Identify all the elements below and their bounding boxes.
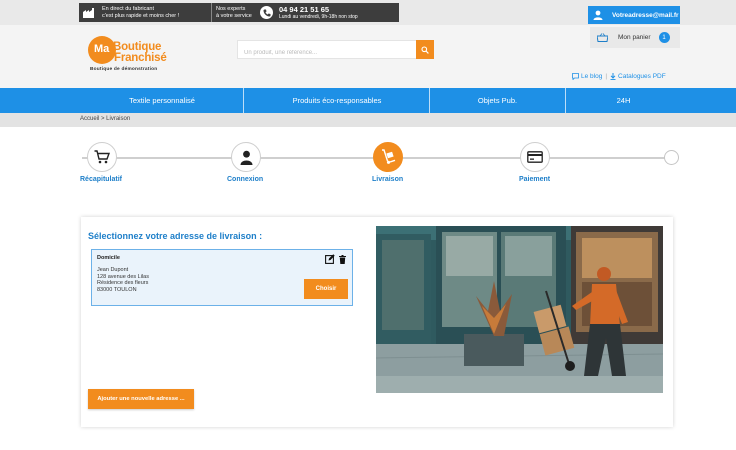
step-label-recapitulatif: Récapitulatif — [80, 176, 123, 183]
trash-icon[interactable] — [339, 255, 346, 264]
top-bar: En direct du fabricant c'est plus rapide… — [0, 0, 736, 25]
blog-link[interactable]: Le blog — [572, 73, 602, 80]
delivery-title: Sélectionnez votre adresse de livraison … — [88, 231, 263, 241]
card-icon — [527, 151, 543, 163]
delivery-icon — [382, 149, 396, 164]
catalogues-link[interactable]: Catalogues PDF — [610, 73, 666, 80]
delivery-photo — [376, 226, 663, 393]
nav-item-24h[interactable]: 24H — [566, 88, 681, 113]
basket-icon — [597, 33, 608, 42]
address-card[interactable]: Domicile Jean Dupont 128 avenue des Lila… — [91, 249, 353, 306]
search-icon — [421, 45, 429, 54]
logo-ma: Ma — [94, 43, 110, 55]
search-bar — [237, 40, 434, 62]
address-line-3: Résidence des fleurs — [97, 280, 149, 286]
logo-word-2: Franchisé — [114, 52, 167, 64]
step-label-connexion: Connexion — [227, 176, 264, 183]
direct-manufacturer-info: En direct du fabricant c'est plus rapide… — [83, 3, 179, 22]
experts-line-2: à votre service — [216, 12, 252, 19]
logo-tagline: Boutique de démonstration — [90, 67, 158, 72]
chat-icon — [572, 73, 579, 80]
nav-item-label: 24H — [616, 96, 631, 105]
checkout-steps: Récapitulatif Connexion Livraison Paieme… — [0, 127, 736, 197]
breadcrumb: Accueil > Livraison — [80, 116, 131, 122]
account-button[interactable]: Votreadresse@mail.fr — [588, 6, 680, 24]
search-button[interactable] — [416, 40, 434, 59]
nav-item-objets[interactable]: Objets Pub. — [430, 88, 565, 113]
links-separator: | — [605, 73, 608, 80]
address-line-4: 83000 TOULON — [97, 286, 137, 293]
step-label-livraison: Livraison — [372, 176, 404, 183]
step-end-marker — [664, 150, 679, 165]
cart-icon — [94, 150, 110, 164]
step-label-paiement: Paiement — [519, 176, 551, 183]
search-input[interactable] — [238, 44, 416, 62]
download-icon — [610, 73, 616, 80]
nav-item-textile[interactable]: Textile personnalisé — [80, 88, 244, 113]
edit-icon[interactable] — [325, 254, 335, 264]
step-connexion[interactable] — [231, 142, 261, 172]
nav-item-label: Objets Pub. — [477, 96, 518, 105]
delivery-card: Sélectionnez votre adresse de livraison … — [81, 217, 673, 427]
step-paiement[interactable] — [520, 142, 550, 172]
header-links: Le blog | Catalogues PDF — [572, 73, 666, 80]
step-livraison[interactable] — [373, 142, 403, 172]
cart-label: Mon panier — [618, 34, 651, 41]
phone-info[interactable]: 04 94 21 51 65 Lundi au vendredi, 9h-18h… — [260, 3, 358, 22]
site-logo[interactable]: Ma Boutique Franchisé Boutique de démons… — [88, 35, 178, 75]
main-nav: Textile personnalisé Produits éco-respon… — [0, 88, 736, 113]
direct-line-2: c'est plus rapide et moins cher ! — [102, 12, 180, 19]
nav-item-label: Textile personnalisé — [129, 96, 195, 105]
catalogues-link-label: Catalogues PDF — [618, 73, 666, 80]
cart-button[interactable]: Mon panier 1 — [590, 27, 680, 48]
blog-link-label: Le blog — [581, 73, 603, 80]
choose-address-button[interactable]: Choisir — [304, 279, 348, 299]
opening-hours: Lundi au vendredi, 9h-18h non stop — [279, 13, 358, 20]
address-lines: Jean Dupont 128 avenue des Lilas Résiden… — [97, 267, 149, 293]
cart-count-badge: 1 — [658, 32, 670, 43]
add-address-button[interactable]: Ajouter une nouvelle adresse ... — [88, 389, 194, 409]
account-email: Votreadresse@mail.fr — [612, 11, 679, 19]
site-header: Ma Boutique Franchisé Boutique de démons… — [0, 25, 736, 88]
nav-item-eco[interactable]: Produits éco-responsables — [244, 88, 430, 113]
phone-number[interactable]: 04 94 21 51 65 — [279, 5, 358, 14]
factory-icon — [83, 7, 94, 18]
user-icon — [240, 150, 252, 165]
breadcrumb-band: Accueil > Livraison — [0, 113, 736, 127]
top-info-strip: En direct du fabricant c'est plus rapide… — [79, 3, 399, 22]
experts-info: Nos experts à votre service — [211, 3, 252, 22]
nav-item-label: Produits éco-responsables — [292, 96, 382, 105]
step-recapitulatif[interactable] — [87, 142, 117, 172]
user-icon — [593, 10, 603, 20]
phone-icon — [260, 6, 273, 19]
address-name: Domicile — [97, 255, 120, 261]
